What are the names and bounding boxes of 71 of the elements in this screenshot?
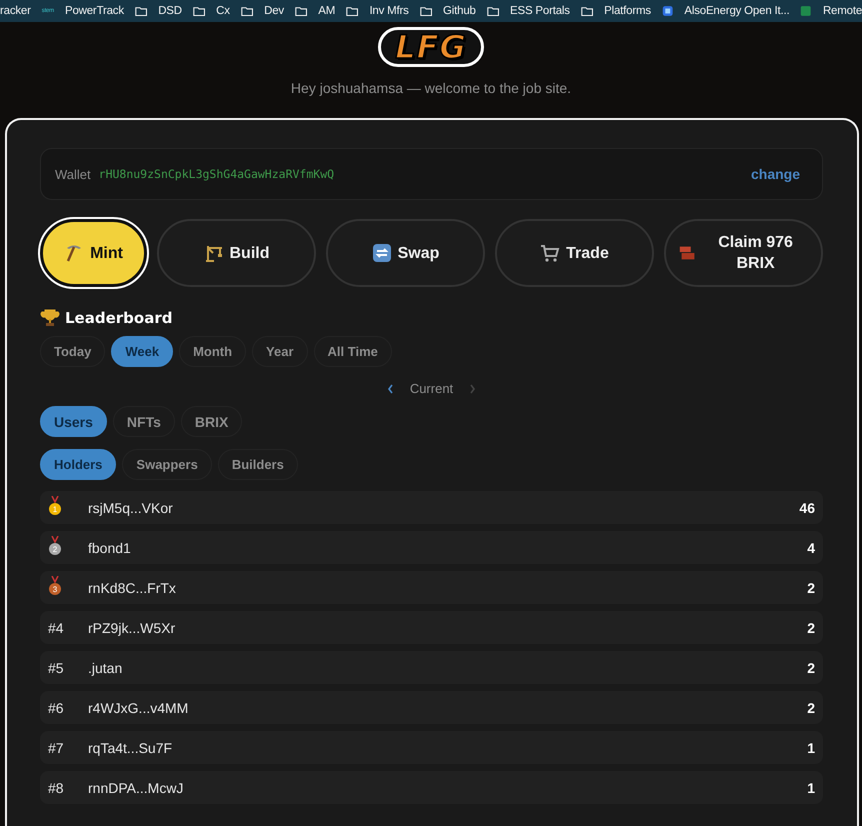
- player-name: rPZ9jk...W5Xr: [88, 620, 176, 636]
- action-button[interactable]: Claim 976 BRIX: [664, 219, 823, 287]
- bookmark-link[interactable]: AM: [318, 5, 336, 17]
- rank-number: #8: [48, 780, 64, 796]
- action-button[interactable]: Mint: [40, 219, 147, 287]
- folder-icon: [580, 5, 594, 17]
- bricks-icon: [678, 244, 696, 262]
- filter-tab[interactable]: All Time: [314, 336, 392, 367]
- score-value: 2: [807, 620, 815, 636]
- bookmark-link[interactable]: Cx: [216, 5, 230, 17]
- score-value: 1: [807, 740, 815, 756]
- logo: LFG: [378, 27, 484, 67]
- leaderboard-title: Leaderboard: [65, 309, 172, 327]
- bookmark-link[interactable]: AlsoEnergy Open It...: [684, 5, 790, 17]
- score-value: 2: [807, 700, 815, 716]
- filter-tab[interactable]: Month: [179, 336, 246, 367]
- app-icon: [662, 4, 674, 18]
- greeting-text: Hey joshuahamsa — welcome to the job site.: [290, 80, 572, 96]
- player-name: rnKd8C...FrTx: [88, 580, 177, 596]
- folder-icon: [486, 5, 500, 17]
- filter-tab[interactable]: BRIX: [180, 406, 242, 437]
- trophy-icon: [40, 308, 60, 328]
- wallet-address: rHU8nu9zSnCpkL3gShG4aGawHzaRVfmKwQ: [98, 167, 336, 181]
- filter-tab[interactable]: Year: [252, 336, 308, 367]
- rank-number: #4: [48, 620, 64, 636]
- folder-icon: [294, 5, 308, 17]
- bookmark-link[interactable]: Platforms: [604, 5, 651, 17]
- score-value: 1: [807, 780, 815, 796]
- player-name: rqTa4t...Su7F: [88, 740, 174, 756]
- bookmark-link[interactable]: Dev: [264, 5, 284, 17]
- folder-icon: [134, 5, 148, 17]
- player-name: rsjM5q...VKor: [88, 500, 174, 516]
- wallet-label: Wallet: [55, 166, 91, 182]
- rank-number: #6: [48, 700, 64, 716]
- folder-icon: [346, 5, 358, 17]
- rank-number: #5: [48, 660, 64, 676]
- filter-tab[interactable]: Holders: [40, 449, 116, 480]
- filter-tab[interactable]: Week: [111, 336, 174, 367]
- swap-icon: [372, 243, 392, 263]
- bookmark-link[interactable]: DSD: [158, 5, 182, 17]
- crane-icon: [204, 243, 224, 263]
- rank-number: #7: [48, 740, 64, 756]
- change-link[interactable]: change: [750, 166, 800, 182]
- filter-tab[interactable]: Users: [40, 406, 107, 437]
- action-button[interactable]: Build: [157, 219, 316, 287]
- folder-icon: [420, 5, 432, 17]
- bookmark-link[interactable]: Remote: [822, 5, 862, 17]
- filter-tab[interactable]: NFTs: [112, 406, 175, 437]
- cart-icon: [540, 243, 560, 263]
- player-name: rnnDPA...McwJ: [88, 780, 184, 796]
- bookmark-link[interactable]: racker: [0, 5, 31, 17]
- action-button[interactable]: Swap: [326, 219, 485, 287]
- bookmark-link[interactable]: PowerTrack: [64, 5, 124, 17]
- action-button[interactable]: Trade: [495, 219, 654, 287]
- score-value: 4: [807, 540, 815, 556]
- filter-tab[interactable]: Today: [40, 336, 106, 367]
- spreadsheet-icon: [800, 4, 812, 18]
- bookmark-link[interactable]: ESS Portals: [510, 5, 570, 17]
- filter-tab[interactable]: Builders: [218, 449, 298, 480]
- folder-icon: [192, 5, 206, 17]
- score-value: 46: [799, 500, 815, 516]
- period-label: Current: [410, 381, 454, 396]
- bookmark-link[interactable]: Inv Mfrs: [369, 5, 409, 17]
- score-value: 2: [807, 660, 815, 676]
- player-name: r4WJxG...v4MM: [88, 700, 190, 716]
- player-name: fbond1: [88, 540, 132, 556]
- filter-tab[interactable]: Swappers: [122, 449, 212, 480]
- folder-icon: [240, 5, 254, 17]
- score-value: 2: [807, 580, 815, 596]
- bookmark-link[interactable]: Github: [443, 5, 476, 17]
- player-name: .jutan: [88, 660, 124, 676]
